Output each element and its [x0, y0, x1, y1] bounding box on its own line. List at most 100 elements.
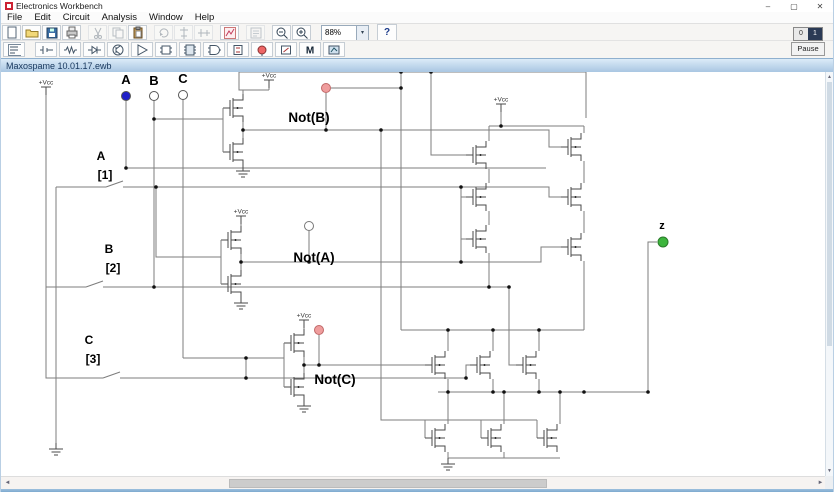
copy-button[interactable] [108, 25, 127, 40]
mosfet[interactable] [221, 270, 241, 298]
probe-not-b[interactable] [322, 84, 331, 93]
mosfet[interactable] [561, 183, 581, 211]
output-terminal-z[interactable] [658, 237, 668, 247]
zoom-out-button[interactable] [272, 25, 291, 40]
junction-dot [399, 72, 403, 74]
app-logo-icon [5, 2, 13, 10]
probe-not-a[interactable] [305, 222, 314, 231]
close-button[interactable]: ✕ [807, 2, 833, 11]
mosfet[interactable] [537, 424, 557, 452]
vcc-symbol[interactable]: +Vcc [262, 73, 277, 89]
junction-dot [429, 72, 433, 74]
wire [239, 72, 243, 90]
cut-button[interactable] [88, 25, 107, 40]
vcc-symbol[interactable]: +Vcc [494, 97, 509, 113]
parts-diodes-button[interactable] [83, 42, 105, 57]
menu-item-analysis[interactable]: Analysis [96, 12, 143, 23]
parts-transistors-button[interactable] [107, 42, 129, 57]
vcc-symbol[interactable]: +Vcc [297, 313, 312, 329]
parts-favorites-button[interactable] [3, 42, 25, 57]
mosfet[interactable] [284, 373, 304, 401]
menu-bar: FileEditCircuitAnalysisWindowHelp [1, 12, 833, 23]
zoom-level-combo[interactable]: 88% ▾ [321, 25, 369, 41]
input-terminal-C[interactable] [179, 91, 188, 100]
parts-digital-button[interactable] [227, 42, 249, 57]
rotate-button[interactable] [154, 25, 173, 40]
input-terminal-A[interactable] [122, 92, 131, 101]
menu-item-circuit[interactable]: Circuit [57, 12, 96, 23]
junction-dot [244, 356, 248, 360]
wire [461, 187, 466, 239]
vertical-scroll-thumb[interactable] [827, 82, 832, 346]
minimize-button[interactable]: – [755, 2, 781, 11]
document-title-bar[interactable]: Maxospame 10.01.17.ewb [1, 58, 833, 72]
flip-vertical-button[interactable] [174, 25, 193, 40]
parts-indicators-button[interactable] [251, 42, 273, 57]
switch-C[interactable] [93, 372, 136, 378]
output-wire [648, 242, 657, 392]
horizontal-scroll-thumb[interactable] [229, 479, 547, 488]
mosfet[interactable] [223, 138, 243, 166]
ground-symbol[interactable] [441, 458, 455, 470]
display-graphs-button[interactable] [220, 25, 239, 40]
horizontal-scrollbar[interactable]: ◄ ► [1, 476, 827, 490]
input-terminal-B[interactable] [150, 92, 159, 101]
scroll-up-icon[interactable]: ▲ [826, 72, 833, 82]
parts-controls-button[interactable] [275, 42, 297, 57]
open-button[interactable] [22, 25, 41, 40]
mosfet[interactable] [284, 329, 304, 357]
maximize-button[interactable]: ▢ [781, 2, 807, 11]
mosfet[interactable] [561, 233, 581, 261]
menu-item-file[interactable]: File [1, 12, 28, 23]
print-button[interactable] [62, 25, 81, 40]
mosfet[interactable] [223, 94, 243, 122]
wire [509, 287, 516, 365]
vcc-symbol[interactable]: +Vcc [234, 209, 249, 225]
new-button[interactable] [2, 25, 21, 40]
parts-basic-button[interactable] [59, 42, 81, 57]
ground-symbol[interactable] [297, 400, 311, 412]
mosfet[interactable] [466, 141, 486, 169]
scroll-down-icon[interactable]: ▼ [826, 466, 833, 476]
digital-ics-icon [183, 43, 197, 57]
scroll-left-icon[interactable]: ◄ [2, 478, 13, 489]
parts-analog-ics-button[interactable] [131, 42, 153, 57]
menu-item-window[interactable]: Window [143, 12, 189, 23]
vertical-scrollbar[interactable]: ▲ ▼ [825, 72, 833, 476]
probe-not-c[interactable] [315, 326, 324, 335]
vcc-symbol[interactable]: +Vcc [39, 80, 54, 96]
parts-digital-ics-button[interactable] [179, 42, 201, 57]
mosfet[interactable] [561, 133, 581, 161]
junction-dot [152, 117, 156, 121]
parts-logic-gates-button[interactable] [203, 42, 225, 57]
menu-item-edit[interactable]: Edit [28, 12, 56, 23]
main-toolbar: 88% ▾ ? [1, 23, 833, 41]
help-button[interactable]: ? [377, 24, 397, 41]
mosfet[interactable] [470, 351, 490, 379]
parts-instruments-button[interactable] [323, 42, 345, 57]
ground-symbol[interactable] [236, 165, 250, 177]
chevron-down-icon[interactable]: ▾ [356, 26, 368, 40]
parts-mixed-ics-button[interactable] [155, 42, 177, 57]
zoom-in-button[interactable] [292, 25, 311, 40]
component-properties-button[interactable] [246, 25, 265, 40]
paste-button[interactable] [128, 25, 147, 40]
power-on-label: 1 [808, 28, 822, 40]
ground-symbol[interactable] [49, 443, 63, 455]
ground-symbol[interactable] [234, 297, 248, 309]
schematic-canvas[interactable]: +Vcc+Vcc+Vcc+Vcc+VccABCA[1]B[2]C[3]Not(B… [1, 72, 827, 476]
mosfet[interactable] [425, 424, 445, 452]
parts-miscellaneous-button[interactable]: M [299, 42, 321, 57]
mosfet[interactable] [221, 226, 241, 254]
mosfet[interactable] [466, 225, 486, 253]
mosfet[interactable] [481, 424, 501, 452]
flip-horizontal-button[interactable] [194, 25, 213, 40]
parts-sources-button[interactable] [35, 42, 57, 57]
menu-item-help[interactable]: Help [189, 12, 221, 23]
mosfet[interactable] [425, 351, 445, 379]
power-switch[interactable]: 0 1 [793, 27, 823, 41]
pause-button[interactable]: Pause [791, 42, 825, 56]
switch-B[interactable] [76, 281, 119, 287]
mosfet[interactable] [516, 351, 536, 379]
save-button[interactable] [42, 25, 61, 40]
